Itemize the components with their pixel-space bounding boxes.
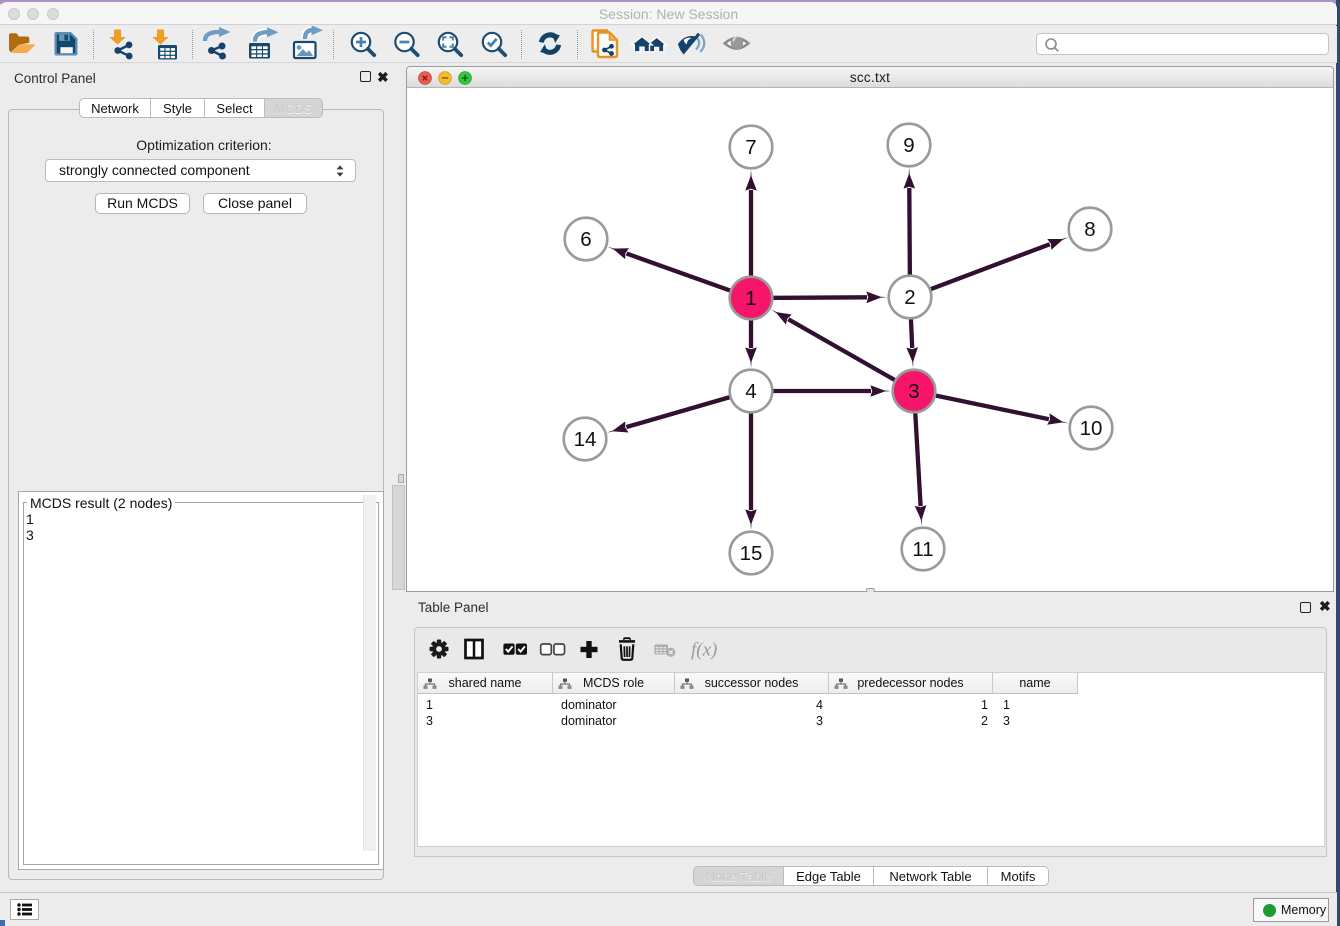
svg-text:3: 3 bbox=[908, 380, 919, 403]
svg-text:6: 6 bbox=[580, 228, 591, 251]
svg-text:7: 7 bbox=[745, 136, 756, 159]
svg-text:14: 14 bbox=[574, 428, 597, 451]
svg-text:4: 4 bbox=[745, 380, 756, 403]
svg-text:f(x): f(x) bbox=[691, 640, 717, 661]
svg-text:8: 8 bbox=[1084, 218, 1095, 241]
svg-text:11: 11 bbox=[912, 538, 933, 561]
svg-text:9: 9 bbox=[903, 134, 914, 157]
svg-text:15: 15 bbox=[740, 542, 763, 565]
svg-text:10: 10 bbox=[1080, 417, 1103, 440]
svg-text:2: 2 bbox=[904, 286, 915, 309]
svg-text:1: 1 bbox=[745, 287, 756, 310]
